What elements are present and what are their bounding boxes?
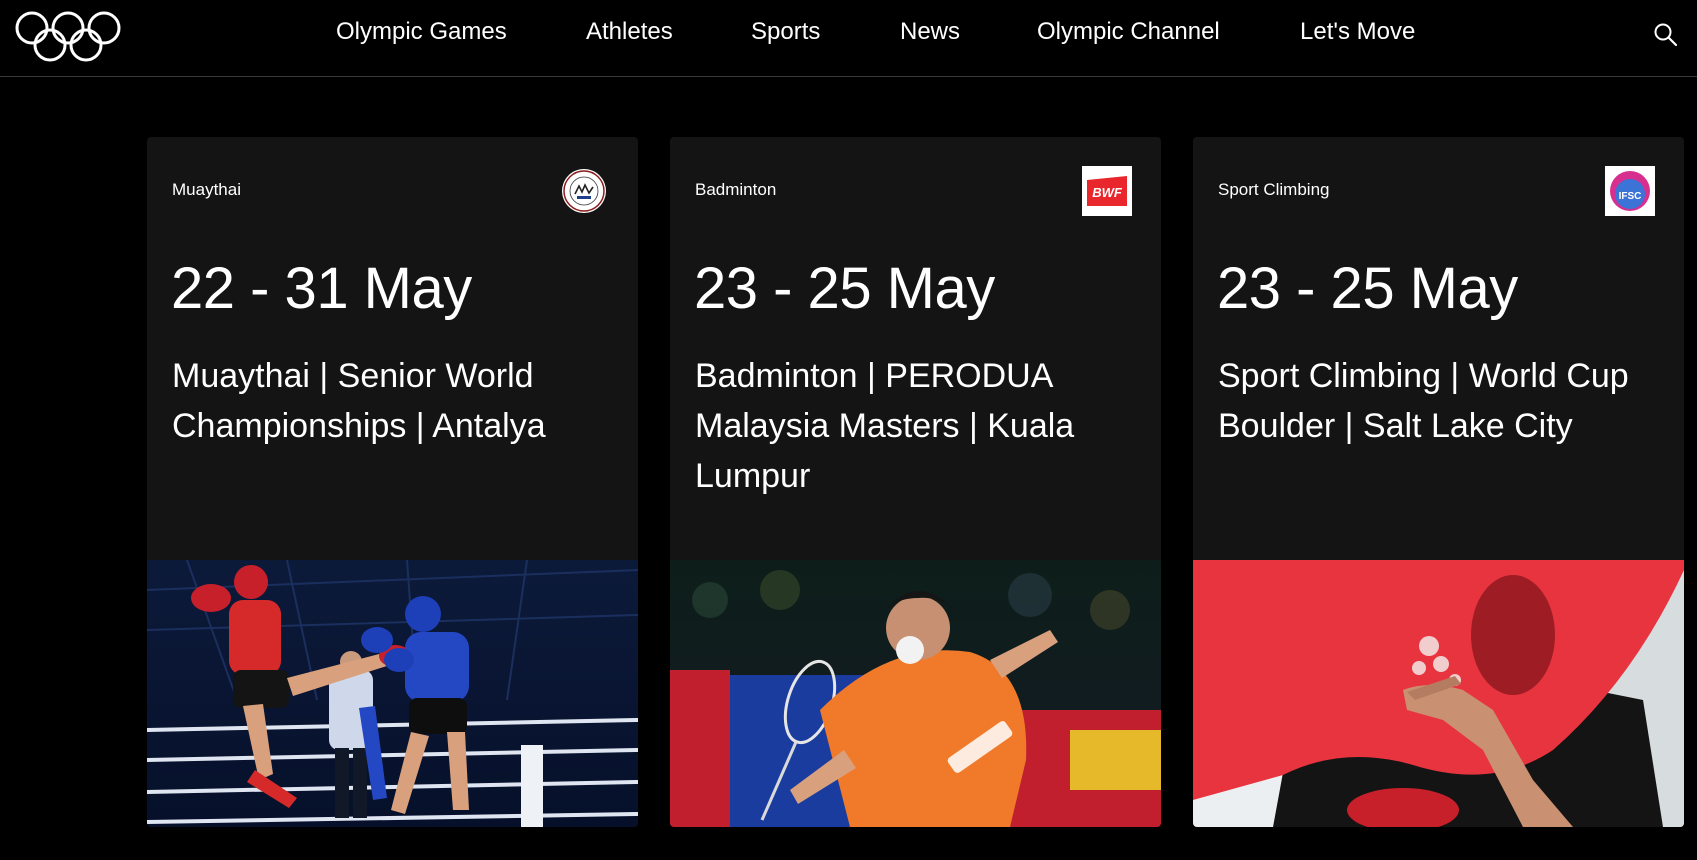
nav-item-olympic-channel[interactable]: Olympic Channel: [1037, 18, 1220, 46]
event-card-header: Muaythai 22 - 31 May Muaythai | Senior W…: [147, 137, 638, 560]
event-card-muaythai[interactable]: Muaythai 22 - 31 May Muaythai | Senior W…: [147, 137, 638, 827]
sport-label: Badminton: [695, 180, 777, 199]
ifma-logo: [559, 166, 609, 216]
bwf-logo-text: BWF: [1092, 185, 1123, 200]
ifsc-logo: IFSC: [1605, 166, 1655, 216]
ifsc-logo-text: IFSC: [1619, 191, 1642, 202]
event-card-header: Badminton BWF 23 - 25 May Badminton | PE…: [670, 137, 1161, 560]
event-date: 23 - 25 May: [694, 256, 995, 321]
event-card-badminton[interactable]: Badminton BWF 23 - 25 May Badminton | PE…: [670, 137, 1161, 827]
bwf-logo: BWF: [1082, 166, 1132, 216]
nav-item-olympic-games[interactable]: Olympic Games: [336, 18, 507, 46]
climbing-hold-photo: [1193, 560, 1684, 827]
main-nav: Olympic Games Athletes Sports News Olymp…: [0, 0, 1697, 66]
event-card-header: Sport Climbing IFSC 23 - 25 May Sport Cl…: [1193, 137, 1684, 560]
muaythai-fight-photo: [147, 560, 638, 827]
sport-label: Muaythai: [172, 180, 241, 199]
event-date: 23 - 25 May: [1217, 256, 1518, 321]
nav-item-news[interactable]: News: [900, 18, 960, 46]
event-date: 22 - 31 May: [171, 256, 472, 321]
nav-item-sports[interactable]: Sports: [751, 18, 820, 46]
badminton-player-photo: [670, 560, 1161, 827]
sport-label: Sport Climbing: [1218, 180, 1330, 199]
search-icon[interactable]: [1653, 22, 1679, 48]
event-title: Badminton | PERODUA Malaysia Masters | K…: [695, 357, 1075, 495]
event-title: Muaythai | Senior World Championships | …: [172, 357, 546, 445]
nav-item-lets-move[interactable]: Let's Move: [1300, 18, 1415, 46]
event-card-sport-climbing[interactable]: Sport Climbing IFSC 23 - 25 May Sport Cl…: [1193, 137, 1684, 827]
event-title: Sport Climbing | World Cup Boulder | Sal…: [1218, 357, 1629, 445]
nav-item-athletes[interactable]: Athletes: [586, 18, 673, 46]
top-navigation-bar: Olympic Games Athletes Sports News Olymp…: [0, 0, 1697, 77]
